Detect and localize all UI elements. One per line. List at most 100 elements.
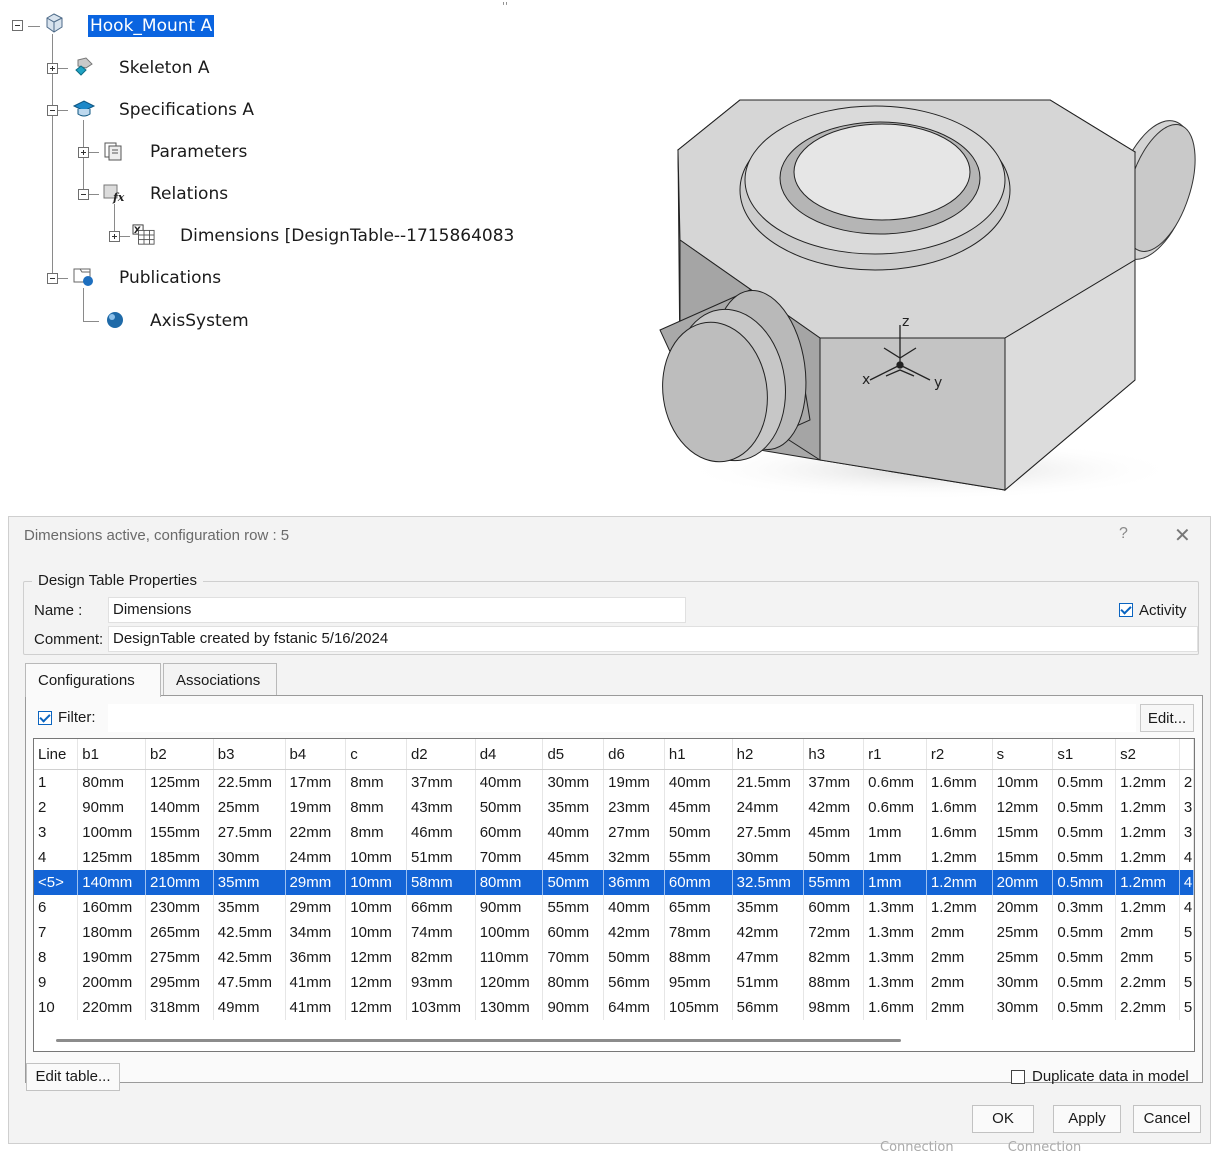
table-cell[interactable]: 25mm <box>992 920 1054 945</box>
table-cell[interactable]: 70mm <box>542 945 605 970</box>
table-cell[interactable]: 17mm <box>285 769 347 795</box>
column-header[interactable]: d2 <box>406 739 476 770</box>
table-cell[interactable]: 30mm <box>732 845 805 870</box>
tree-item-publications[interactable]: Publications <box>119 267 221 289</box>
table-cell[interactable]: 0.3mm <box>1052 895 1117 920</box>
table-cell[interactable]: 22.5mm <box>213 769 286 795</box>
table-cell[interactable]: 90mm <box>77 795 147 820</box>
table-cell[interactable]: 0.5mm <box>1052 820 1117 845</box>
table-cell[interactable]: 70mm <box>475 845 544 870</box>
table-cell[interactable]: 0.6mm <box>863 795 927 820</box>
table-cell[interactable]: 72mm <box>803 920 865 945</box>
3d-viewport[interactable]: z x y <box>600 80 1200 500</box>
table-cell[interactable]: 4 <box>1179 870 1194 895</box>
column-header[interactable]: h2 <box>732 739 805 770</box>
table-cell[interactable]: 20mm <box>992 895 1054 920</box>
table-cell[interactable]: 45mm <box>542 845 605 870</box>
table-cell[interactable]: 42.5mm <box>213 920 286 945</box>
table-cell[interactable]: 51mm <box>732 970 805 995</box>
table-cell[interactable]: 10mm <box>345 845 407 870</box>
table-cell[interactable]: 27mm <box>603 820 665 845</box>
table-cell[interactable]: 4 <box>1179 895 1194 920</box>
table-cell[interactable]: 1 <box>34 769 79 795</box>
table-cell[interactable]: 6 <box>34 895 79 920</box>
table-cell[interactable]: 45mm <box>803 820 865 845</box>
table-cell[interactable]: 4 <box>34 845 79 870</box>
table-cell[interactable]: 35mm <box>213 895 286 920</box>
table-cell[interactable]: 200mm <box>77 970 147 995</box>
tree-item-skeleton[interactable]: Skeleton A <box>119 57 210 79</box>
table-cell[interactable]: 19mm <box>603 769 665 795</box>
table-cell[interactable]: 1mm <box>863 820 927 845</box>
edit-filter-button[interactable]: Edit... <box>1140 704 1194 732</box>
table-cell[interactable]: 66mm <box>406 895 476 920</box>
table-cell[interactable]: 160mm <box>77 895 147 920</box>
table-cell[interactable]: 22mm <box>285 820 347 845</box>
table-cell[interactable]: 2mm <box>926 920 993 945</box>
table-cell[interactable]: 2.2mm <box>1115 995 1180 1020</box>
table-cell[interactable]: 47.5mm <box>213 970 286 995</box>
column-header[interactable]: s1 <box>1052 739 1117 770</box>
table-cell[interactable]: 12mm <box>345 995 407 1020</box>
table-cell[interactable]: 1.6mm <box>863 995 927 1020</box>
table-cell[interactable]: 42mm <box>603 920 665 945</box>
tree-item-specifications[interactable]: Specifications A <box>119 99 254 121</box>
table-cell[interactable]: 36mm <box>603 870 665 895</box>
table-cell[interactable]: 88mm <box>803 970 865 995</box>
table-row[interactable]: 3 100mm 155mm 27.5mm 22mm 8mm 46mm 60mm 40mm 27mm… <box>34 820 1194 845</box>
column-header[interactable]: d6 <box>603 739 665 770</box>
table-cell[interactable]: 50mm <box>664 820 733 845</box>
table-cell[interactable]: 41mm <box>285 970 347 995</box>
filter-checkbox[interactable] <box>38 711 52 725</box>
table-cell[interactable]: 100mm <box>77 820 147 845</box>
table-cell[interactable]: 40mm <box>664 769 733 795</box>
table-cell[interactable]: 230mm <box>145 895 214 920</box>
table-cell[interactable]: 0.5mm <box>1052 920 1117 945</box>
table-cell[interactable]: 275mm <box>145 945 214 970</box>
column-header[interactable]: h1 <box>664 739 733 770</box>
table-cell[interactable]: 140mm <box>145 795 214 820</box>
table-cell[interactable]: 56mm <box>732 995 805 1020</box>
table-cell[interactable]: 0.5mm <box>1052 845 1117 870</box>
table-cell[interactable]: 35mm <box>542 795 605 820</box>
tree-item-dimensions[interactable]: Dimensions [DesignTable--1715864083 <box>180 225 514 247</box>
table-cell[interactable]: 1.6mm <box>926 769 993 795</box>
table-cell[interactable]: 45mm <box>664 795 733 820</box>
tree-item-axis-system[interactable]: AxisSystem <box>150 310 249 332</box>
table-cell[interactable]: 50mm <box>475 795 544 820</box>
table-row[interactable]: 7 180mm 265mm 42.5mm 34mm 10mm 74mm 100mm 60mm 42… <box>34 920 1194 945</box>
table-cell[interactable]: 8 <box>34 945 79 970</box>
table-cell[interactable]: 47mm <box>732 945 805 970</box>
table-cell[interactable]: 8mm <box>345 820 407 845</box>
collapse-toggle[interactable] <box>47 105 58 116</box>
column-header[interactable]: b4 <box>285 739 347 770</box>
table-row[interactable]: 2 90mm 140mm 25mm 19mm 8mm 43mm 50mm 35mm 23mm 45m… <box>34 795 1194 820</box>
edit-table-button[interactable]: Edit table... <box>26 1063 120 1091</box>
table-cell[interactable]: 2mm <box>1115 920 1180 945</box>
table-row[interactable]: 10 220mm 318mm 49mm 41mm 12mm 103mm 130mm 90mm 64… <box>34 995 1194 1020</box>
table-cell[interactable]: 1.2mm <box>1115 820 1180 845</box>
table-cell[interactable]: 30mm <box>213 845 286 870</box>
table-cell[interactable]: 8mm <box>345 769 407 795</box>
table-cell[interactable]: 36mm <box>285 945 347 970</box>
expand-toggle[interactable] <box>109 231 120 242</box>
table-cell[interactable]: 25mm <box>213 795 286 820</box>
table-cell[interactable]: 4 <box>1179 845 1194 870</box>
table-cell[interactable]: 155mm <box>145 820 214 845</box>
table-cell[interactable]: 27.5mm <box>213 820 286 845</box>
table-cell[interactable]: 55mm <box>664 845 733 870</box>
tree-root-label[interactable]: Hook_Mount A <box>88 15 215 37</box>
table-cell[interactable]: 30mm <box>542 769 605 795</box>
table-cell[interactable]: 46mm <box>406 820 476 845</box>
table-cell[interactable]: 1.2mm <box>1115 795 1180 820</box>
table-cell[interactable]: 125mm <box>77 845 147 870</box>
table-cell[interactable]: 265mm <box>145 920 214 945</box>
table-cell[interactable]: 1.3mm <box>863 895 927 920</box>
table-cell[interactable]: 40mm <box>475 769 544 795</box>
tab-associations[interactable]: Associations <box>163 663 277 695</box>
table-cell[interactable]: 74mm <box>406 920 476 945</box>
column-header[interactable]: d5 <box>542 739 605 770</box>
table-cell[interactable]: 5 <box>1179 995 1194 1020</box>
table-cell[interactable]: 41mm <box>285 995 347 1020</box>
activity-checkbox[interactable] <box>1119 603 1133 617</box>
